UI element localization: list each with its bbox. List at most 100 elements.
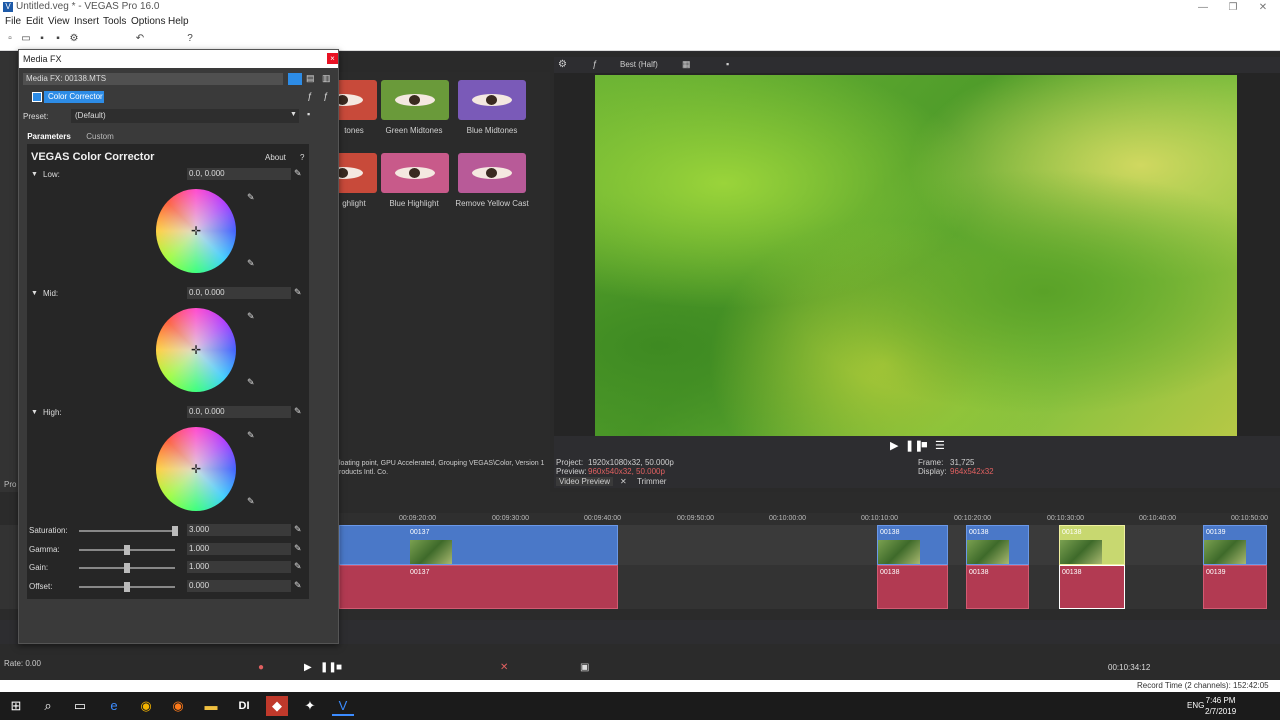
chevron-down-icon[interactable]: ▼ (290, 111, 297, 118)
eyedropper-icon[interactable]: ✎ (294, 287, 302, 298)
eyedropper-icon[interactable]: ✎ (294, 406, 302, 417)
low-color-wheel[interactable]: ✛ (156, 189, 236, 273)
high-color-wheel[interactable]: ✛ (156, 427, 236, 511)
view-list-icon[interactable]: ▤ (306, 73, 318, 85)
audio-track-header[interactable] (0, 565, 18, 609)
tab-trimmer[interactable]: Trimmer (637, 477, 666, 486)
grid-overlay-icon[interactable]: ▦ (682, 59, 691, 70)
app-icon[interactable]: ◆ (266, 696, 288, 716)
undo-icon[interactable]: ↶ (134, 33, 146, 45)
tab-video-preview[interactable]: Video Preview (556, 477, 613, 486)
system-clock[interactable]: 7:46 PM 2/7/2019 (1205, 695, 1236, 717)
collapse-low-icon[interactable]: ▼ (31, 171, 38, 178)
fx-preset-thumb[interactable] (458, 153, 526, 193)
vegas-taskbar-icon[interactable]: V (332, 696, 354, 716)
davinci-icon[interactable]: DI (233, 696, 255, 716)
save-as-icon[interactable]: ▪ (52, 33, 64, 45)
save-icon[interactable]: ▪ (36, 33, 48, 45)
play-icon[interactable]: ▶ (304, 662, 312, 673)
menu-insert[interactable]: Insert (74, 16, 99, 27)
gamma-value[interactable]: 1.000 (187, 543, 291, 555)
input-language[interactable]: ENG (1187, 701, 1204, 710)
fx-icon[interactable]: ƒ (592, 59, 597, 69)
close-window-button[interactable]: ✕ (1248, 0, 1278, 15)
high-value[interactable]: 0.0, 0.000 (187, 406, 291, 418)
close-tab-icon[interactable]: ✕ (620, 477, 627, 486)
low-value[interactable]: 0.0, 0.000 (187, 168, 291, 180)
delete-x-icon[interactable]: ✕ (500, 662, 508, 673)
eyedropper-icon[interactable]: ✎ (247, 496, 255, 507)
new-file-icon[interactable]: ▫ (4, 33, 16, 45)
menu-view[interactable]: View (48, 16, 70, 27)
view-grid-icon[interactable]: ▥ (322, 73, 334, 85)
collapse-mid-icon[interactable]: ▼ (31, 290, 38, 297)
video-clip[interactable]: 00138 (966, 525, 1029, 565)
maximize-button[interactable]: ❐ (1218, 0, 1248, 15)
eyedropper-icon[interactable]: ✎ (294, 168, 302, 179)
menu-edit[interactable]: Edit (26, 16, 43, 27)
save-preset-icon[interactable]: ▪ (307, 109, 310, 119)
eyedropper-icon[interactable]: ✎ (247, 430, 255, 441)
saturation-slider-track[interactable] (79, 530, 175, 532)
video-clip[interactable]: 00137 (339, 525, 618, 565)
mid-color-wheel[interactable]: ✛ (156, 308, 236, 392)
preview-settings-gear-icon[interactable]: ⚙ (558, 59, 567, 70)
tab-custom[interactable]: Custom (79, 130, 121, 144)
crosshair-icon[interactable]: ✛ (190, 344, 202, 356)
eyedropper-icon[interactable]: ✎ (247, 192, 255, 203)
stop-icon[interactable]: ■ (921, 439, 928, 451)
collapse-high-icon[interactable]: ▼ (31, 409, 38, 416)
eyedropper-icon[interactable]: ✎ (247, 377, 255, 388)
audio-clip[interactable]: 00138 (877, 565, 948, 609)
keyframe-icon[interactable]: ✎ (294, 561, 302, 572)
video-track-header[interactable] (0, 525, 18, 565)
search-icon[interactable]: ⌕ (37, 696, 59, 716)
plugin-chain-item[interactable]: Color Corrector (44, 91, 104, 103)
video-clip[interactable]: 00138 (877, 525, 948, 565)
about-button[interactable]: About (265, 153, 286, 162)
menu-lines-icon[interactable]: ☰ (935, 439, 945, 452)
saturation-value[interactable]: 3.000 (187, 524, 291, 536)
edge-browser-icon[interactable]: e (103, 696, 125, 716)
view-mode-icon[interactable] (288, 73, 302, 85)
media-fx-titlebar[interactable]: Media FX × (19, 50, 338, 68)
crosshair-icon[interactable]: ✛ (190, 463, 202, 475)
windows-start-icon[interactable]: ⊞ (5, 696, 27, 716)
gain-value[interactable]: 1.000 (187, 561, 291, 573)
whats-this-icon[interactable]: ? (184, 33, 196, 45)
minimize-button[interactable]: — (1188, 0, 1218, 15)
crosshair-icon[interactable]: ✛ (190, 225, 202, 237)
gamma-slider-thumb[interactable] (124, 545, 130, 555)
menu-help[interactable]: Help (168, 16, 189, 27)
keyframe-icon[interactable]: ✎ (294, 580, 302, 591)
video-clip[interactable]: 00139 (1203, 525, 1267, 565)
timeline-ruler[interactable]: 00:09:20:00 00:09:30:00 00:09:40:00 00:0… (339, 513, 1268, 525)
play-icon[interactable]: ▶ (890, 439, 898, 452)
fx-preset-thumb[interactable] (381, 153, 449, 193)
preview-quality-dropdown[interactable]: Best (Half) (620, 60, 658, 69)
fx-preset-thumb[interactable] (381, 80, 449, 120)
saturation-slider-thumb[interactable] (172, 526, 178, 536)
plugin-enabled-checkbox[interactable] (32, 92, 42, 102)
audio-clip-selected[interactable]: 00138 (1059, 565, 1125, 609)
eyedropper-icon[interactable]: ✎ (247, 258, 255, 269)
offset-value[interactable]: 0.000 (187, 580, 291, 592)
help-button[interactable]: ? (300, 153, 304, 162)
properties-gear-icon[interactable]: ⚙ (68, 33, 80, 45)
media-fx-close-button[interactable]: × (327, 53, 338, 64)
chrome-icon[interactable]: ◉ (135, 696, 157, 716)
task-view-icon[interactable]: ▭ (69, 696, 91, 716)
audio-clip[interactable]: 00138 (966, 565, 1029, 609)
pause-icon[interactable]: ❚❚ (320, 662, 337, 673)
video-clip-selected[interactable]: 00138 (1059, 525, 1125, 565)
gain-slider-thumb[interactable] (124, 563, 130, 573)
audio-clip[interactable]: 00139 (1203, 565, 1267, 609)
menu-file[interactable]: File (5, 16, 21, 27)
preset-dropdown[interactable]: (Default) (71, 109, 299, 123)
mid-value[interactable]: 0.0, 0.000 (187, 287, 291, 299)
offset-slider-thumb[interactable] (124, 582, 130, 592)
open-folder-icon[interactable]: ▭ (20, 33, 32, 45)
app-icon[interactable]: ✦ (299, 696, 321, 716)
add-fx-icon[interactable]: ƒ (307, 91, 312, 101)
fx-preset-thumb[interactable] (458, 80, 526, 120)
